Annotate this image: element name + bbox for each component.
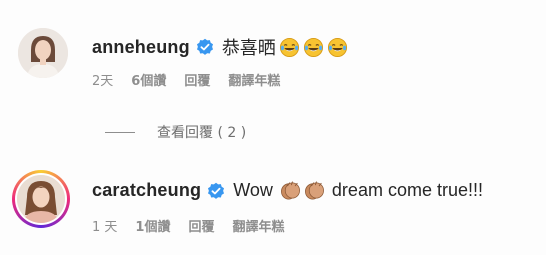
laughing-tears-icon bbox=[327, 37, 347, 57]
laughing-tears-icon bbox=[303, 37, 323, 57]
comment-time[interactable]: 2天 bbox=[92, 70, 113, 89]
avatar[interactable] bbox=[18, 28, 68, 78]
avatar-photo bbox=[18, 28, 68, 78]
comment-text-after: dream come true!!! bbox=[331, 180, 483, 200]
clapping-hands-icon bbox=[304, 181, 324, 200]
avatar-photo bbox=[17, 175, 65, 223]
view-replies-label: 查看回覆 ( 2 ) bbox=[157, 125, 247, 141]
comments-panel: anneheung 恭喜晒 2天 6個讚 回覆 翻譯年糕 查看回覆 (2) … bbox=[0, 0, 546, 255]
comment-body: caratcheung Wow dream come true!!! bbox=[92, 180, 483, 201]
replies-divider bbox=[105, 131, 135, 133]
reply-button[interactable]: 回覆 bbox=[184, 70, 210, 89]
translate-button[interactable]: 翻譯年糕 bbox=[228, 70, 280, 89]
laughing-tears-icon bbox=[279, 37, 299, 57]
avatar[interactable] bbox=[17, 175, 65, 223]
view-replies-button[interactable]: 查看回覆 ( 2 ) bbox=[105, 122, 246, 142]
like-count[interactable]: 6個讚 bbox=[131, 70, 166, 89]
comment-text-content: 恭喜晒 bbox=[221, 38, 276, 58]
comment-text-before: Wow bbox=[233, 180, 273, 200]
comment-meta: 2天 6個讚 回覆 翻譯年糕 bbox=[92, 70, 298, 89]
comment-text: Wow dream come true!!! bbox=[233, 180, 483, 201]
comment-meta: 1 天 1個讚 回覆 翻譯年糕 bbox=[92, 216, 302, 235]
translate-button[interactable]: 翻譯年糕 bbox=[232, 216, 284, 235]
reply-button[interactable]: 回覆 bbox=[188, 216, 214, 235]
comment-body: anneheung 恭喜晒 bbox=[92, 34, 348, 60]
username-link[interactable]: caratcheung bbox=[92, 180, 201, 201]
verified-badge-icon bbox=[196, 38, 213, 55]
comment-time[interactable]: 1 天 bbox=[92, 216, 117, 235]
story-ring[interactable] bbox=[12, 170, 70, 228]
like-count[interactable]: 1個讚 bbox=[135, 216, 170, 235]
comment-text: 恭喜晒 bbox=[222, 34, 348, 60]
clapping-hands-icon bbox=[280, 181, 300, 200]
username-link[interactable]: anneheung bbox=[92, 37, 190, 58]
verified-badge-icon bbox=[208, 182, 225, 199]
